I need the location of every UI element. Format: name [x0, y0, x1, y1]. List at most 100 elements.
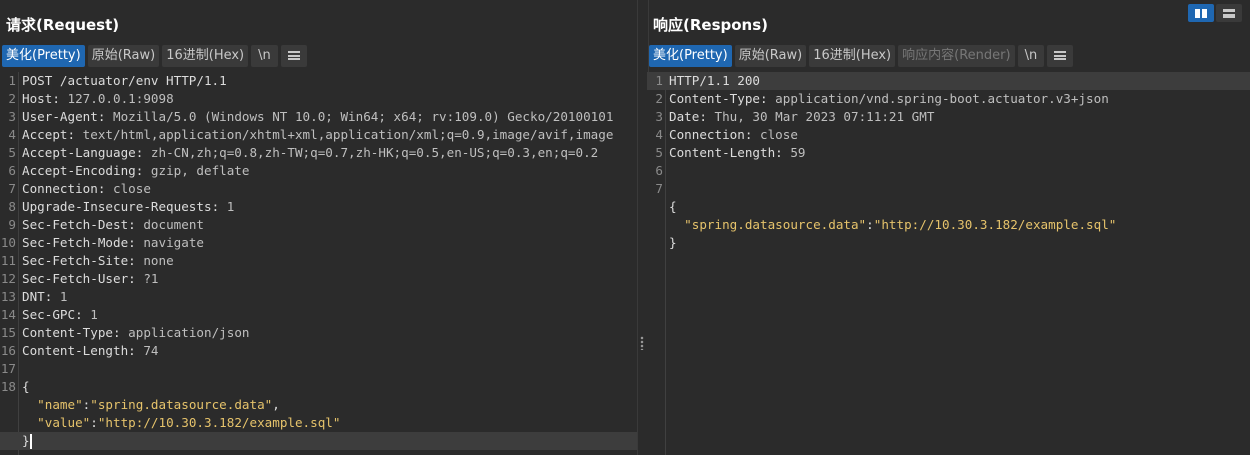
header-value: close — [760, 127, 798, 142]
header-value: 74 — [143, 343, 159, 358]
header-name: Accept-Language — [22, 145, 136, 160]
code-line: 13 DNT: 1 — [0, 288, 637, 306]
code-line: 8 Upgrade-Insecure-Requests: 1 — [0, 198, 637, 216]
code-line: 2 Host: 127.0.0.1:9098 — [0, 90, 637, 108]
code-line: 16 Content-Length: 74 — [0, 342, 637, 360]
header-separator: : — [97, 109, 113, 124]
response-tab-raw[interactable]: 原始(Raw) — [734, 45, 807, 67]
header-name: Connection — [22, 181, 98, 196]
line-number: 5 — [8, 145, 16, 160]
header-separator: : — [699, 109, 715, 124]
response-tab-hex[interactable]: 16进制(Hex) — [809, 45, 896, 67]
json-open-brace: { — [669, 199, 677, 214]
response-title: 响应(Respons) — [653, 16, 769, 34]
header-separator: : — [211, 199, 227, 214]
start-line: POST /actuator/env HTTP/1.1 — [22, 73, 227, 88]
splitter-grip-icon — [640, 336, 644, 350]
header-value: application/json — [128, 325, 250, 340]
json-open-brace: { — [22, 379, 30, 394]
header-value: application/vnd.spring-boot.actuator.v3+… — [775, 91, 1109, 106]
header-separator: : — [44, 289, 60, 304]
response-tab-pretty[interactable]: 美化(Pretty) — [649, 45, 732, 67]
json-colon: : — [90, 415, 98, 430]
line-number: 12 — [0, 271, 16, 286]
request-title: 请求(Request) — [6, 16, 120, 34]
response-menu-button[interactable] — [1047, 45, 1074, 67]
header-name: Connection — [669, 127, 745, 142]
header-name: Sec-GPC — [22, 307, 76, 322]
header-value: navigate — [143, 235, 204, 250]
response-view-tabs: 美化(Pretty) 原始(Raw) 16进制(Hex) 响应内容(Render… — [649, 44, 1074, 68]
response-editor[interactable]: 1 HTTP/1.1 200 2 Content-Type: application/… — [647, 72, 1250, 455]
header-name: User-Agent — [22, 109, 98, 124]
header-name: Content-Type — [669, 91, 760, 106]
response-pane: 响应(Respons) 美化(Pretty) 原始(Raw) 16进制(Hex)… — [647, 0, 1250, 455]
line-number: 4 — [8, 127, 16, 142]
code-line: 3 Date: Thu, 30 Mar 2023 07:11:21 GMT — [647, 108, 1250, 126]
columns-icon — [1195, 8, 1207, 18]
header-name: DNT — [22, 289, 45, 304]
request-tab-raw[interactable]: 原始(Raw) — [87, 45, 160, 67]
code-line: } — [647, 234, 1250, 252]
line-number: 3 — [8, 109, 16, 124]
line-number: 1 — [655, 73, 663, 88]
header-value: gzip, deflate — [150, 163, 250, 178]
header-separator: : — [128, 271, 144, 286]
line-number: 2 — [655, 91, 663, 106]
line-number: 10 — [0, 235, 16, 250]
header-value: close — [113, 181, 151, 196]
line-number: 7 — [8, 181, 16, 196]
json-close-brace: } — [669, 235, 677, 250]
stacked-layout-button[interactable] — [1216, 4, 1242, 22]
code-line: 6 — [647, 162, 1250, 180]
header-separator: : — [135, 163, 151, 178]
json-close-brace: } — [22, 433, 30, 448]
header-value: none — [143, 253, 174, 268]
header-value: document — [143, 217, 204, 232]
code-line: 15 Content-Type: application/json — [0, 324, 637, 342]
header-separator: : — [128, 217, 144, 232]
code-line: 12 Sec-Fetch-User: ?1 — [0, 270, 637, 288]
request-menu-button[interactable] — [280, 45, 307, 67]
request-newline-toggle[interactable]: \n — [251, 45, 278, 67]
json-value: "spring.datasource.data" — [90, 397, 273, 412]
line-number: 4 — [655, 127, 663, 142]
header-name: Sec-Fetch-Site — [22, 253, 129, 268]
request-tab-pretty[interactable]: 美化(Pretty) — [2, 45, 85, 67]
header-separator: : — [113, 325, 129, 340]
code-line: "value":"http://10.30.3.182/example.sql" — [0, 414, 637, 432]
code-line: "spring.datasource.data":"http://10.30.3… — [647, 216, 1250, 234]
json-colon: : — [866, 217, 874, 232]
code-line: 18 { — [0, 378, 637, 396]
line-number: 3 — [655, 109, 663, 124]
response-tab-render[interactable]: 响应内容(Render) — [898, 45, 1015, 67]
header-separator: : — [67, 127, 83, 142]
header-value: ?1 — [143, 271, 159, 286]
header-value: 1 — [226, 199, 235, 214]
rows-icon — [1223, 8, 1235, 18]
code-line: 4 Connection: close — [647, 126, 1250, 144]
code-line: 7 Connection: close — [0, 180, 637, 198]
line-number: 6 — [8, 163, 16, 178]
line-number: 17 — [0, 361, 16, 376]
header-name: Content-Length — [669, 145, 776, 160]
line-number: 5 — [655, 145, 663, 160]
code-line: 1 HTTP/1.1 200 — [647, 72, 1250, 90]
response-newline-toggle[interactable]: \n — [1017, 45, 1045, 67]
line-number: 8 — [8, 199, 16, 214]
code-line: 5 Accept-Language: zh-CN,zh;q=0.8,zh-TW;q… — [0, 144, 637, 162]
header-name: Content-Length — [22, 343, 129, 358]
request-editor[interactable]: 1 POST /actuator/env HTTP/1.1 2 Host: 127.0… — [0, 72, 637, 455]
request-tab-hex[interactable]: 16进制(Hex) — [162, 45, 249, 67]
header-separator: : — [760, 91, 776, 106]
header-value: Thu, 30 Mar 2023 07:11:21 GMT — [714, 109, 935, 124]
start-line: HTTP/1.1 200 — [669, 73, 760, 88]
header-separator: : — [128, 235, 144, 250]
header-separator: : — [775, 145, 791, 160]
header-name: Sec-Fetch-User — [22, 271, 129, 286]
side-by-side-layout-button[interactable] — [1188, 4, 1214, 22]
line-number: 2 — [8, 91, 16, 106]
code-line: "name":"spring.datasource.data", — [0, 396, 637, 414]
line-number: 11 — [0, 253, 16, 268]
header-name: Host — [22, 91, 53, 106]
